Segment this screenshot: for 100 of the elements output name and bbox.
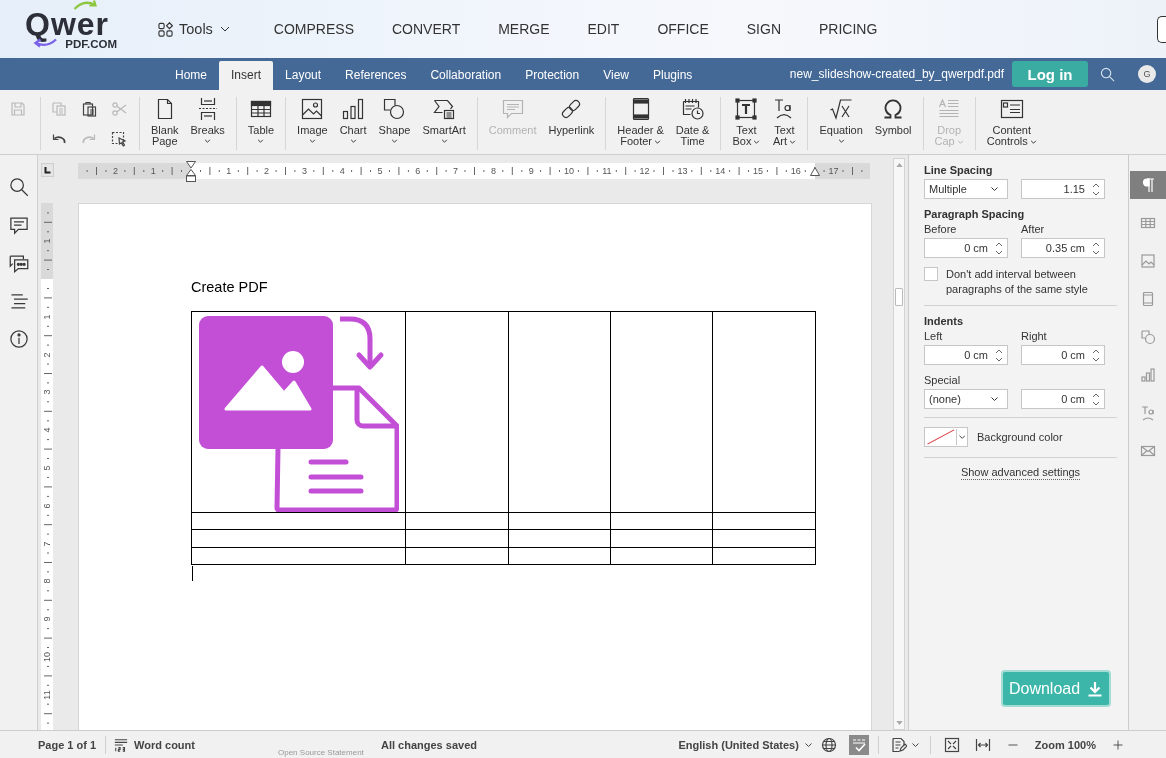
background-color-button[interactable] <box>924 427 968 447</box>
track-changes-button[interactable] <box>890 736 919 753</box>
special-indent-field[interactable]: 0 cm <box>1021 389 1105 409</box>
nav-link[interactable]: OFFICE <box>657 21 709 37</box>
stepper-icon[interactable] <box>995 241 1003 255</box>
menu-tab[interactable]: Home <box>163 61 219 90</box>
nav-link[interactable]: SIGN <box>746 21 781 37</box>
language-dropdown[interactable]: English (United States) <box>678 738 812 751</box>
menu-tab[interactable]: View <box>591 61 641 90</box>
image-button[interactable]: Image <box>292 94 333 145</box>
word-count-button[interactable]: Word count <box>134 738 195 751</box>
ruler-number: 11 <box>41 689 53 701</box>
header-footer-button[interactable]: Header & Footer <box>612 94 669 147</box>
spellcheck-toggle[interactable] <box>848 734 869 755</box>
menu-tab[interactable]: Layout <box>273 61 334 90</box>
search-icon[interactable] <box>1100 66 1115 82</box>
caret-icon <box>788 139 796 144</box>
blank-page-button[interactable]: Blank Page <box>146 94 184 147</box>
tools-menu[interactable]: Tools <box>158 21 230 37</box>
ruler-number: 13 <box>677 165 688 177</box>
spacing-after-field[interactable]: 0.35 cm <box>1021 238 1105 258</box>
shapes-icon <box>382 97 407 121</box>
indent-left-field[interactable]: 0 cm <box>924 345 1008 365</box>
checkbox[interactable] <box>924 267 938 281</box>
ruler-number: 3 <box>41 388 53 397</box>
equation-button[interactable]: Equation <box>814 94 868 145</box>
stepper-icon[interactable] <box>995 348 1003 362</box>
search-icon[interactable] <box>8 177 29 197</box>
text-box-button[interactable]: Text Box <box>727 94 766 147</box>
content-controls-button[interactable]: Content Controls <box>981 94 1042 147</box>
field-label: Right <box>1021 330 1048 343</box>
ruler-number: 5 <box>41 464 53 473</box>
ruler-number: 1 <box>226 165 232 177</box>
spacing-before-field[interactable]: 0 cm <box>924 238 1008 258</box>
special-indent-dropdown[interactable]: (none) <box>924 389 1008 409</box>
paragraph-settings-tab[interactable] <box>1130 171 1166 199</box>
download-icon <box>1087 680 1104 697</box>
shapes-icon <box>1140 329 1156 345</box>
stepper-icon[interactable] <box>1092 392 1100 406</box>
caret-icon <box>911 742 919 747</box>
ruler-number: 2 <box>112 165 118 177</box>
menu-tab[interactable]: References <box>333 61 419 90</box>
header-button[interactable] <box>1157 15 1166 43</box>
stepper-icon[interactable] <box>1092 348 1100 362</box>
nav-link[interactable]: COMPRESS <box>273 21 354 37</box>
table-button[interactable]: Table <box>242 94 280 145</box>
caret-icon <box>837 138 845 143</box>
ruler-number: 17 <box>828 165 839 177</box>
section-label: Line Spacing <box>924 164 994 177</box>
ruler-number: 5 <box>377 165 383 177</box>
shape-button[interactable]: Shape <box>373 94 416 145</box>
caret-icon <box>219 26 230 32</box>
logo-domain[interactable]: PDF.COM <box>65 38 117 51</box>
caret-icon <box>753 139 761 144</box>
indent-marker-icon[interactable] <box>186 161 196 182</box>
info-icon[interactable] <box>8 329 29 349</box>
field-label: Before <box>924 223 958 236</box>
word-count-icon[interactable] <box>114 737 129 752</box>
nav-link[interactable]: PRICING <box>819 21 878 37</box>
line-spacing-field[interactable]: 1.15 <box>1021 179 1105 199</box>
chat-icon[interactable] <box>8 253 29 273</box>
hyperlink-button[interactable]: Hyperlink <box>543 94 600 136</box>
comment-icon[interactable] <box>8 215 29 235</box>
nav-link[interactable]: CONVERT <box>392 21 461 37</box>
menu-tab[interactable]: Plugins <box>641 61 705 90</box>
menu-tab[interactable]: Protection <box>513 61 592 90</box>
checkbox-label: Don't add interval between paragraphs of the same style <box>946 267 1089 297</box>
breaks-button[interactable]: Breaks <box>185 94 230 147</box>
ruler-number: 2 <box>41 351 53 360</box>
nav-link[interactable]: MERGE <box>498 21 550 37</box>
fit-page-icon[interactable] <box>943 736 960 753</box>
vertical-ruler[interactable]: 1 1 2 3 4 5 6 7 8 9 10 11 <box>41 203 53 730</box>
fit-width-icon[interactable] <box>974 736 991 753</box>
smartart-button[interactable]: SmartArt <box>417 94 471 145</box>
right-indent-marker-icon[interactable] <box>810 167 820 176</box>
file-name: new_slideshow-created_by_qwerpdf.pdf <box>789 67 1004 81</box>
save-status: All changes saved <box>381 738 477 751</box>
zoom-in-icon[interactable] <box>1112 738 1124 751</box>
indent-right-field[interactable]: 0 cm <box>1021 345 1105 365</box>
paste-icon[interactable] <box>81 101 97 117</box>
menu-tab[interactable]: Collaboration <box>418 61 514 90</box>
line-spacing-dropdown[interactable]: Multiple <box>924 179 1008 199</box>
stepper-icon[interactable] <box>1092 241 1100 255</box>
advanced-settings-link[interactable]: Show advanced settings <box>960 466 1081 480</box>
chart-button[interactable]: Chart <box>334 94 372 145</box>
scrollbar-thumb[interactable] <box>895 288 903 306</box>
nav-link[interactable]: EDIT <box>587 21 620 37</box>
ruler-number: 1 <box>41 237 53 246</box>
text-art-button[interactable]: Text Art <box>767 94 802 147</box>
select-all-icon[interactable] <box>111 131 127 147</box>
tab-stop-icon[interactable] <box>41 163 54 177</box>
globe-icon[interactable] <box>820 736 837 753</box>
vertical-scrollbar[interactable] <box>893 158 905 730</box>
field-label: Special <box>924 374 962 387</box>
stepper-icon[interactable] <box>1092 182 1100 196</box>
symbol-button[interactable]: Symbol <box>869 94 917 145</box>
menu-tab[interactable]: Insert <box>219 61 274 90</box>
date-time-button[interactable]: Date & Time <box>670 94 715 147</box>
avatar[interactable]: G <box>1138 65 1156 83</box>
horizontal-ruler[interactable]: 2 1 1 2 3 4 5 6 7 8 9 10 11 12 13 14 15 16 17 <box>78 163 870 179</box>
